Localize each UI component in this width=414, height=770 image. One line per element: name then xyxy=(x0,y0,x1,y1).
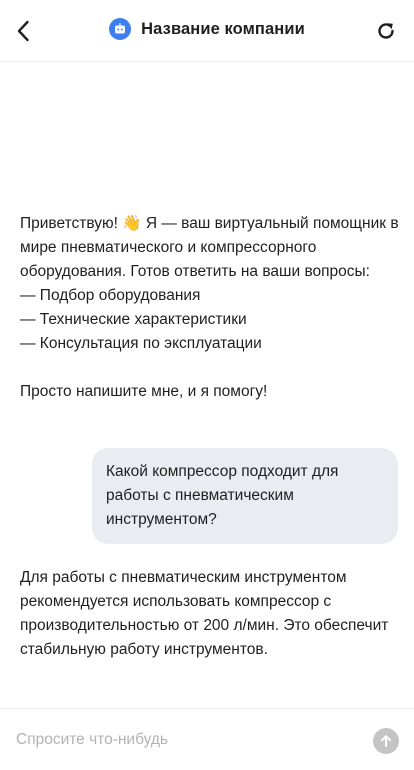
back-button[interactable] xyxy=(8,15,38,47)
send-button[interactable] xyxy=(373,728,399,754)
page-title: Название компании xyxy=(141,19,305,38)
greeting-item: — Подбор оборудования xyxy=(20,287,201,304)
chat-input[interactable] xyxy=(16,723,356,757)
bot-message-answer: Для работы с пневматическим инструментом… xyxy=(20,566,400,662)
arrow-up-icon xyxy=(381,735,391,747)
user-message-bubble: Какой компрессор подходит для работы с п… xyxy=(92,448,398,544)
refresh-button[interactable] xyxy=(372,17,400,45)
user-message-text: Какой компрессор подходит для работы с п… xyxy=(106,463,339,528)
greeting-item: — Технические характеристики xyxy=(20,311,247,328)
chat-header: Название компании xyxy=(0,0,414,62)
greeting-intro: Приветствую! 👋 Я — ваш виртуальный помощ… xyxy=(20,215,399,280)
composer-bar xyxy=(0,708,414,770)
bot-answer-text: Для работы с пневматическим инструментом… xyxy=(20,569,389,658)
greeting-closing: Просто напишите мне, и я помогу! xyxy=(20,383,268,400)
chevron-left-icon xyxy=(17,20,29,42)
refresh-icon xyxy=(378,23,394,39)
bot-message-greeting: Приветствую! 👋 Я — ваш виртуальный помощ… xyxy=(20,212,400,404)
greeting-item: — Консультация по эксплуатации xyxy=(20,335,262,352)
bot-icon xyxy=(109,18,132,40)
header-title-group: Название компании xyxy=(0,18,414,40)
